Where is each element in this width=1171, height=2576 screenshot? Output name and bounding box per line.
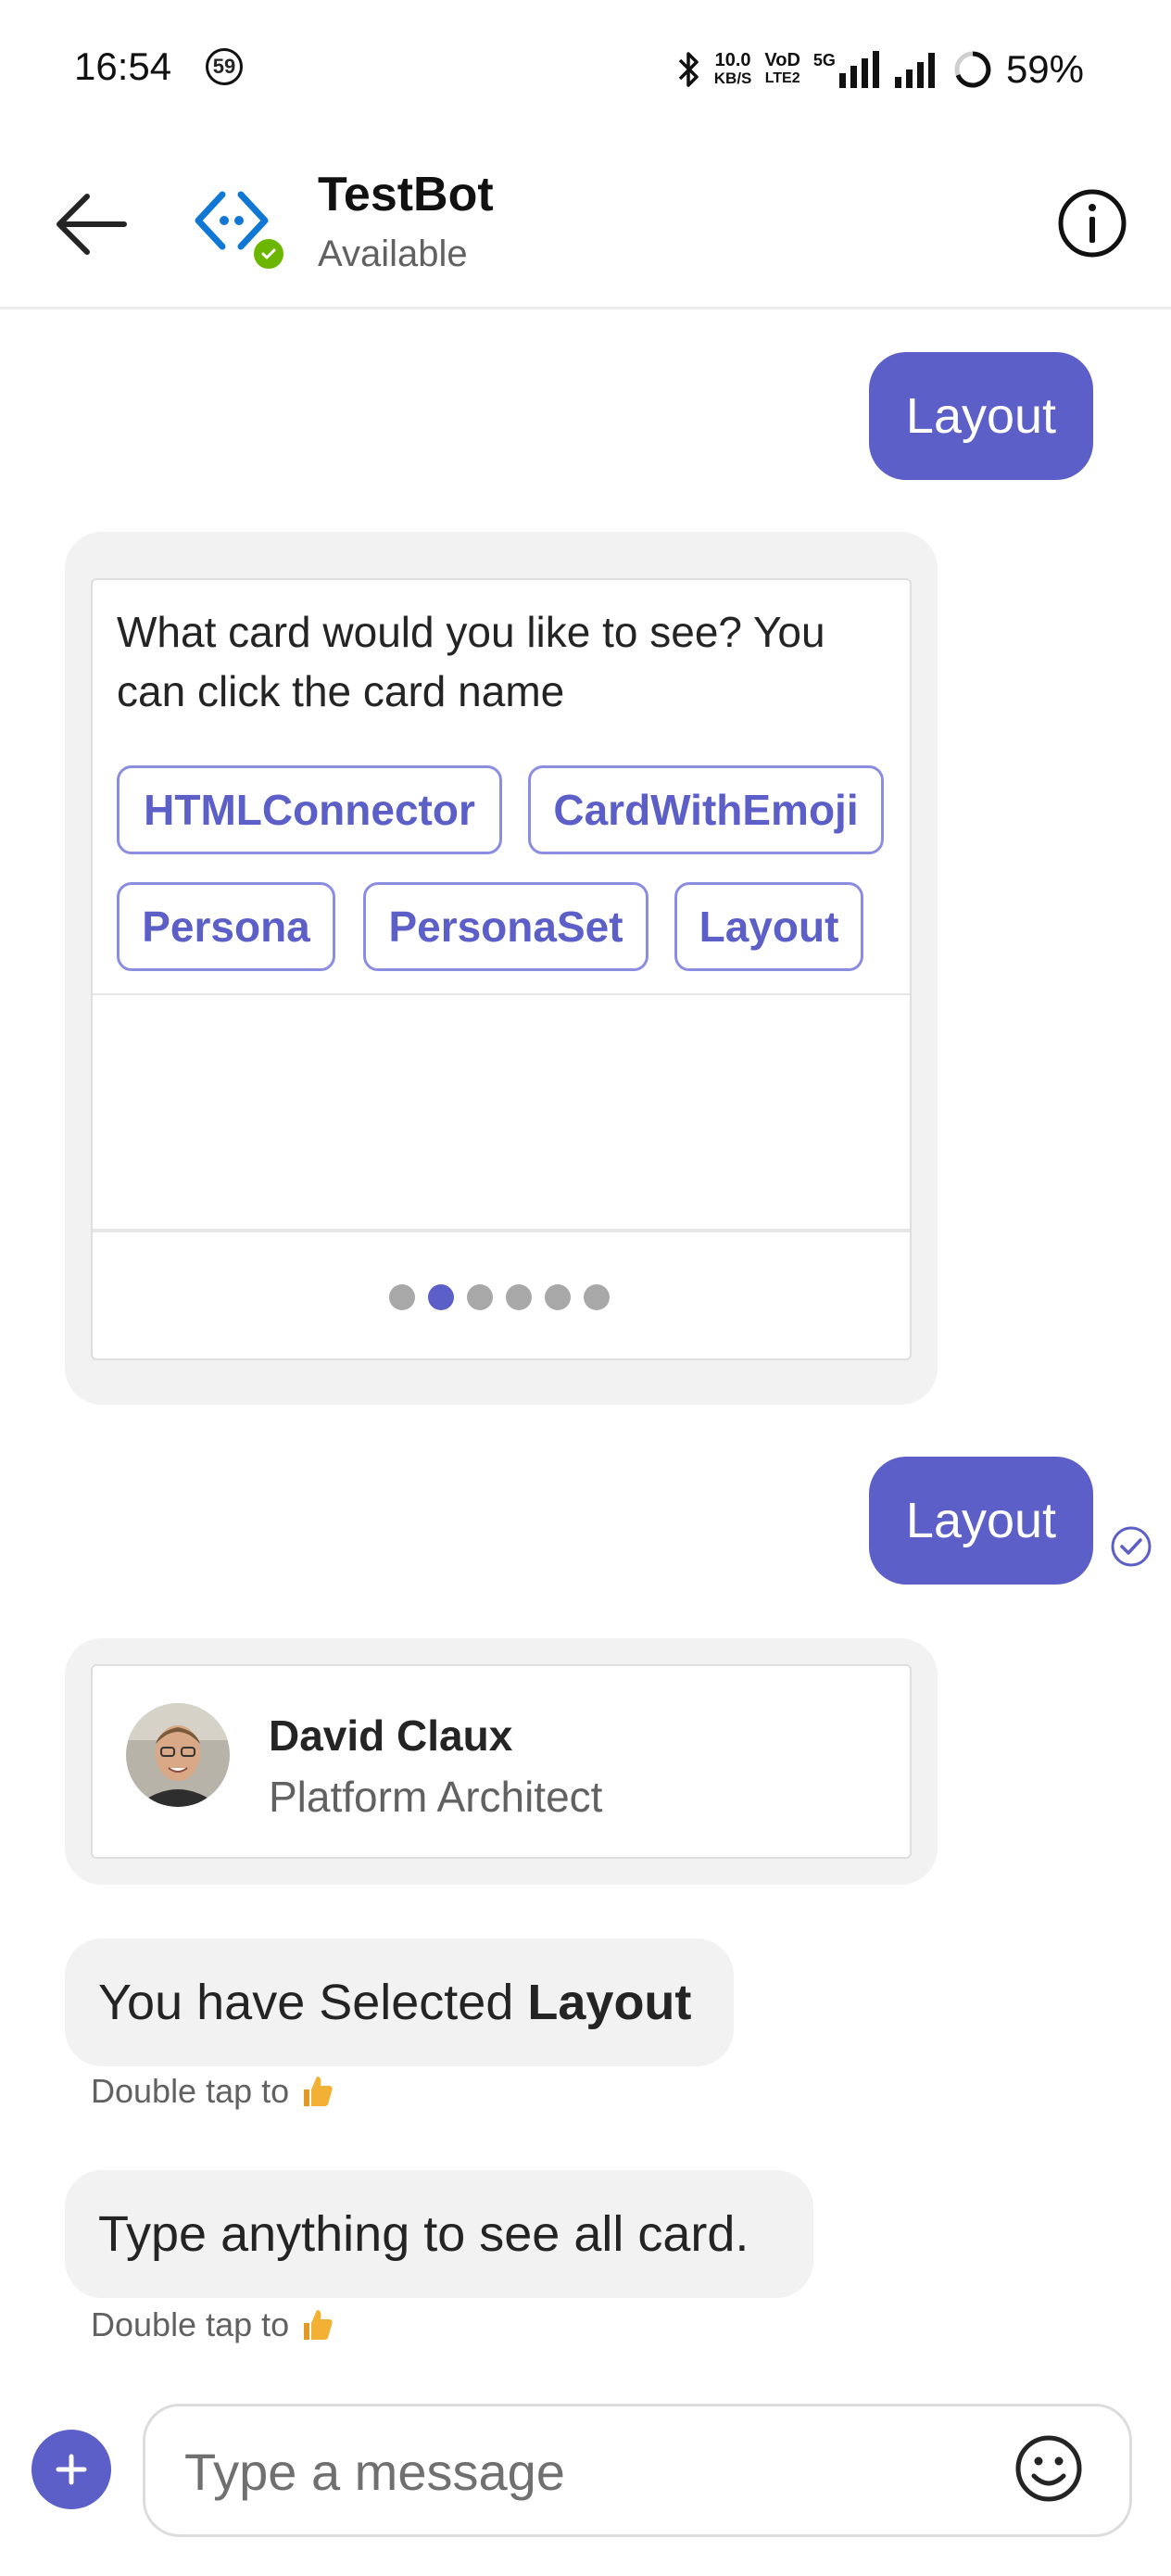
persona-title: Platform Architect: [269, 1773, 603, 1821]
signal-5g: 5G: [813, 51, 882, 88]
bluetooth-icon: [678, 52, 699, 87]
emoji-icon[interactable]: [1014, 2433, 1084, 2504]
carousel-dot[interactable]: [506, 1284, 532, 1310]
card-action-cardwithemoji[interactable]: CardWithEmoji: [528, 765, 884, 854]
outgoing-message[interactable]: Layout: [869, 1457, 1093, 1585]
volte-bottom: LTE2: [764, 70, 800, 86]
carousel-dot[interactable]: [389, 1284, 415, 1310]
bot-name[interactable]: TestBot: [318, 167, 494, 222]
message-text: You have Selected: [98, 1975, 528, 2030]
reaction-hint-text: Double tap to: [91, 2305, 290, 2343]
thumbs-up-icon: [304, 2310, 333, 2340]
battery-percent: 59%: [1005, 47, 1084, 91]
outgoing-message[interactable]: Layout: [869, 352, 1093, 480]
plus-icon: [56, 2454, 87, 2485]
chat-header: [0, 148, 1171, 309]
carousel-divider: [93, 1229, 910, 1232]
presence-available-badge: [250, 235, 287, 272]
network-type: 5G: [812, 51, 836, 69]
message-bold-text: Layout: [527, 1975, 692, 2030]
reaction-hint: Double tap to: [91, 2072, 335, 2111]
net-speed-unit: KB/S: [713, 69, 752, 87]
reaction-hint: Double tap to: [91, 2305, 335, 2344]
card-action-htmlconnector[interactable]: HTMLConnector: [117, 765, 502, 854]
incoming-message[interactable]: Type anything to see all card.: [65, 2170, 813, 2298]
reaction-hint-text: Double tap to: [91, 2072, 290, 2110]
carousel-dot[interactable]: [545, 1284, 571, 1310]
signal-strength-icon: [838, 51, 879, 88]
net-speed: 10.0 KB/S: [714, 51, 752, 88]
status-indicators: 10.0 KB/S VoD LTE2 5G 59%: [677, 37, 1084, 102]
message-input[interactable]: [183, 2406, 983, 2536]
message-compose-box[interactable]: [143, 2404, 1132, 2537]
add-attachment-button[interactable]: [31, 2430, 111, 2509]
volte-indicator: VoD LTE2: [764, 51, 800, 88]
volte-top: VoD: [764, 50, 800, 70]
read-receipt-icon: [1111, 1526, 1152, 1567]
back-arrow-icon[interactable]: [50, 187, 133, 261]
notification-count-badge: 59: [206, 48, 243, 85]
net-speed-value: 10.0: [714, 50, 751, 70]
card-action-personaset[interactable]: PersonaSet: [363, 882, 648, 971]
avatar: [126, 1703, 230, 1807]
signal-strength-icon-2: [894, 53, 935, 88]
carousel-pagination[interactable]: [389, 1284, 610, 1310]
card-action-layout[interactable]: Layout: [674, 882, 863, 971]
carousel-dot[interactable]: [428, 1284, 454, 1310]
info-icon[interactable]: [1056, 187, 1128, 259]
carousel-dot[interactable]: [467, 1284, 493, 1310]
status-time: 16:54: [74, 44, 172, 88]
card-divider: [93, 993, 910, 995]
persona-name: David Claux: [269, 1711, 513, 1760]
battery-ring-icon: [954, 51, 991, 88]
incoming-message[interactable]: You have Selected Layout: [65, 1938, 734, 2066]
bot-presence-status: Available: [318, 234, 468, 274]
check-icon: [261, 248, 276, 259]
card-prompt-text: What card would you like to see? You can…: [117, 608, 825, 715]
carousel-dot[interactable]: [584, 1284, 610, 1310]
thumbs-up-icon: [304, 2077, 333, 2106]
card-action-persona[interactable]: Persona: [117, 882, 335, 971]
